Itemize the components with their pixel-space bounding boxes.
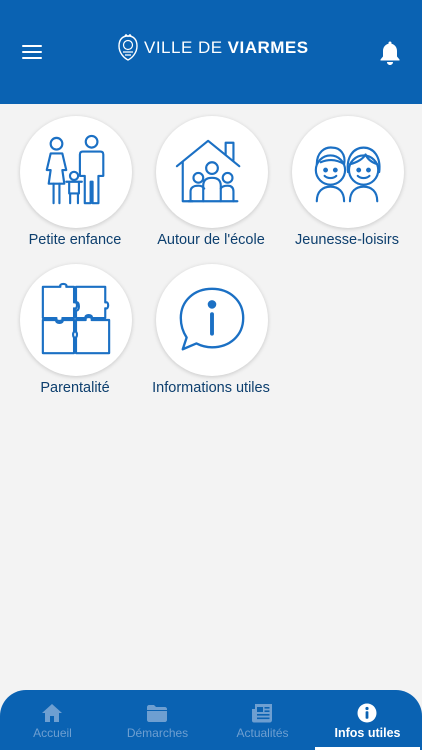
- tile-circle: [20, 116, 132, 228]
- tile-informations-utiles[interactable]: Informations utiles: [141, 264, 281, 404]
- tile-parentalite[interactable]: Parentalité: [5, 264, 145, 404]
- city-crest-icon: [118, 34, 138, 61]
- tile-circle: [20, 264, 132, 376]
- home-icon: [42, 704, 62, 722]
- puzzle-icon: [41, 282, 111, 355]
- bell-icon[interactable]: [378, 40, 402, 66]
- tile-label: Informations utiles: [152, 380, 270, 396]
- tab-label: Actualités: [236, 726, 289, 740]
- folder-icon: [147, 705, 167, 722]
- brand-text-light: VILLE DE: [144, 38, 223, 57]
- tile-autour-ecole[interactable]: Autour de l'école: [141, 116, 281, 256]
- tab-demarches[interactable]: Démarches: [105, 690, 210, 750]
- newspaper-icon: [252, 704, 272, 723]
- app-header: VILLE DE VIARMES: [0, 0, 422, 104]
- hamburger-menu-icon[interactable]: [22, 44, 42, 60]
- tab-actualites[interactable]: Actualités: [210, 690, 315, 750]
- tab-label: Démarches: [126, 726, 189, 740]
- kids-faces-icon: [314, 146, 381, 203]
- info-icon: [357, 703, 377, 723]
- school-house-icon: [175, 139, 241, 203]
- tile-petite-enfance[interactable]: Petite enfance: [5, 116, 145, 256]
- tile-jeunesse-loisirs[interactable]: Jeunesse-loisirs: [277, 116, 417, 256]
- brand-text-bold: VIARMES: [227, 38, 309, 57]
- brand-logo: VILLE DE VIARMES: [116, 33, 309, 63]
- tab-infos-utiles[interactable]: Infos utiles: [315, 690, 420, 750]
- tab-label: Infos utiles: [334, 726, 401, 740]
- tile-circle: [156, 116, 268, 228]
- tile-circle: [292, 116, 404, 228]
- info-bubble-icon: [179, 287, 245, 351]
- tile-label: Jeunesse-loisirs: [295, 232, 399, 248]
- bottom-tab-bar: Accueil Démarches Actualités Infos utile…: [0, 690, 422, 750]
- tile-circle: [156, 264, 268, 376]
- tab-accueil[interactable]: Accueil: [0, 690, 105, 750]
- family-icon: [45, 134, 105, 205]
- tab-label: Accueil: [33, 726, 72, 740]
